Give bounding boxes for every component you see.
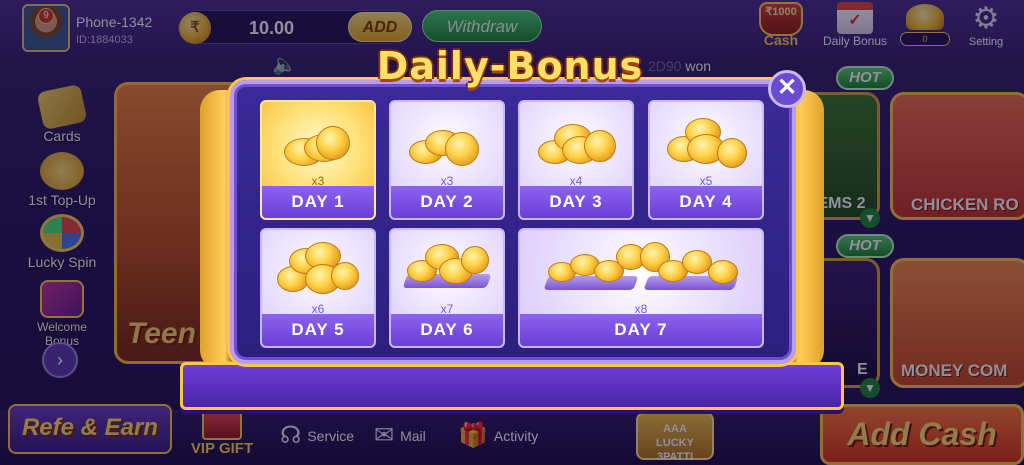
day-card-5[interactable]: x6 DAY 5	[260, 228, 376, 348]
day-label: DAY 1	[262, 186, 374, 218]
modal-title: Daily-Bonus	[376, 44, 644, 88]
day-card-7[interactable]: x8 DAY 7	[518, 228, 764, 348]
day-label: DAY 7	[520, 314, 762, 346]
day-card-4[interactable]: x5 DAY 4	[648, 100, 764, 220]
day-label: DAY 3	[520, 186, 632, 218]
coin-pile-icon	[663, 114, 749, 174]
coin-pile-icon	[399, 238, 495, 302]
day-label: DAY 5	[262, 314, 374, 346]
day-label: DAY 2	[391, 186, 503, 218]
coin-pile-icon	[407, 120, 487, 172]
day-label: DAY 4	[650, 186, 762, 218]
coin-pile-icon	[275, 240, 361, 302]
day-card-1[interactable]: x3 DAY 1	[260, 100, 376, 220]
coin-pile-icon	[536, 238, 746, 302]
day-label: DAY 6	[391, 314, 503, 346]
modal-base	[180, 362, 844, 410]
coin-pile-icon	[278, 124, 358, 174]
day-card-6[interactable]: x7 DAY 6	[389, 228, 505, 348]
coin-pile-icon	[534, 116, 618, 172]
day-card-3[interactable]: x4 DAY 3	[518, 100, 634, 220]
day-card-2[interactable]: x3 DAY 2	[389, 100, 505, 220]
close-icon[interactable]: ✕	[768, 70, 806, 108]
